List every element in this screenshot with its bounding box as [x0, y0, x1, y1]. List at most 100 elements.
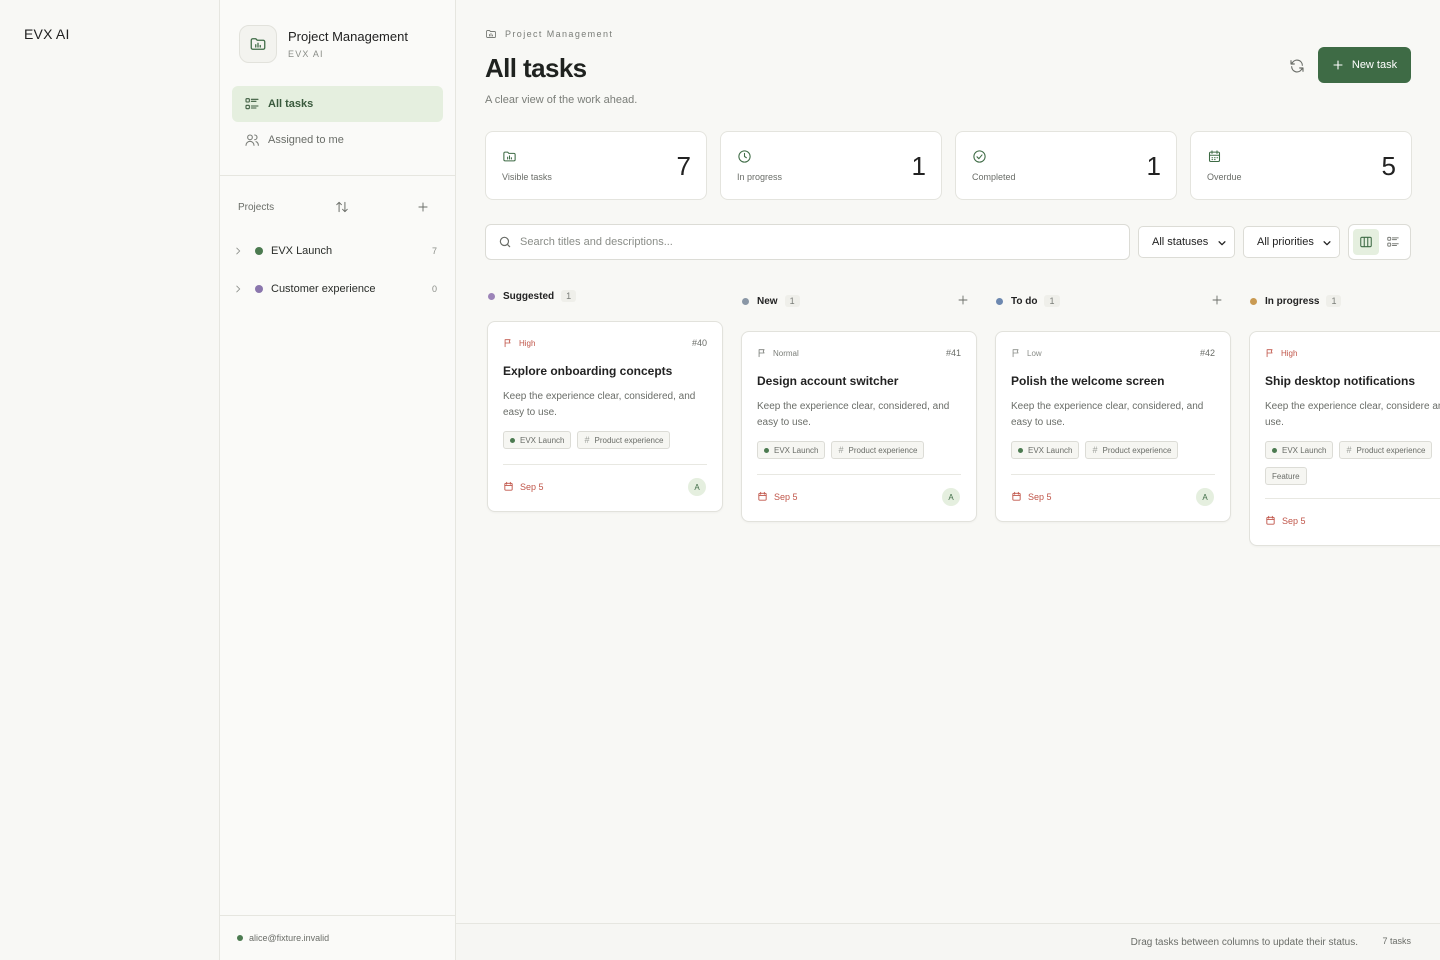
project-item[interactable]: EVX Launch 7	[232, 232, 443, 270]
search-box[interactable]	[485, 224, 1130, 260]
project-item[interactable]: Customer experience 0	[232, 270, 443, 308]
due-date: Sep 5	[503, 481, 544, 492]
label-tag[interactable]: # Product experience	[1085, 441, 1179, 459]
chevron-right-icon[interactable]	[233, 284, 245, 294]
task-description: Keep the experience clear, considere and…	[1265, 401, 1440, 428]
priority-filter-select[interactable]: All priorities	[1243, 226, 1340, 258]
workspace-subtitle: EVX AI	[288, 49, 324, 59]
due-date: Sep 5	[1265, 515, 1306, 526]
page-title: All tasks	[485, 53, 587, 83]
stat-card-overdue: Overdue 5	[1190, 131, 1412, 200]
new-task-button[interactable]: New task	[1318, 47, 1411, 83]
task-number: #40	[691, 338, 707, 348]
breadcrumb-label[interactable]: Project Management	[505, 29, 613, 39]
calendar-icon	[757, 491, 774, 502]
brand-name[interactable]: EVX AI	[24, 26, 70, 42]
list-view-button[interactable]	[1380, 229, 1406, 255]
avatar[interactable]: A	[1196, 488, 1214, 506]
priority-filter-value: All priorities	[1257, 236, 1314, 248]
list-icon	[244, 96, 260, 112]
list-icon	[1386, 235, 1400, 249]
due-date: Sep 5	[1011, 491, 1052, 502]
priority-label: High	[1281, 348, 1298, 358]
task-card[interactable]: High Ship desktop notifications Keep the…	[1249, 331, 1440, 546]
status-dot	[996, 297, 1003, 305]
avatar[interactable]: A	[688, 478, 706, 496]
task-title: Design account switcher	[757, 374, 899, 388]
flag-icon	[1011, 348, 1027, 358]
check-circle-icon	[972, 149, 987, 164]
filter-toolbar: All statuses All priorities	[485, 224, 1411, 260]
sidebar-item-assigned[interactable]: Assigned to me	[232, 122, 443, 158]
chevron-down-icon	[1217, 238, 1227, 248]
project-tag[interactable]: EVX Launch	[503, 431, 572, 449]
stat-label: Overdue	[1207, 172, 1242, 182]
refresh-icon	[1289, 58, 1305, 74]
task-card[interactable]: Normal #41 Design account switcher Keep …	[741, 331, 977, 522]
flag-icon	[1265, 348, 1281, 358]
sidebar-item-all-tasks[interactable]: All tasks	[232, 86, 443, 122]
stat-value: 1	[911, 151, 926, 181]
project-color-dot	[1018, 447, 1023, 453]
workspace-header[interactable]: Project Management EVX AI	[239, 25, 408, 63]
clock-icon	[737, 149, 752, 164]
column-count: 1	[1326, 295, 1342, 307]
status-dot	[742, 297, 749, 305]
due-date-label: Sep 5	[774, 491, 798, 502]
project-tag[interactable]: EVX Launch	[1265, 441, 1334, 459]
divider	[503, 464, 707, 465]
tag-label: Product experience	[848, 445, 918, 455]
project-color-dot	[255, 247, 263, 255]
avatar[interactable]: A	[942, 488, 960, 506]
stat-card-in-progress: In progress 1	[720, 131, 942, 200]
search-input[interactable]	[520, 236, 1080, 248]
page-subtitle: A clear view of the work ahead.	[485, 94, 638, 106]
refresh-button[interactable]	[1284, 53, 1310, 79]
tag-label: Product experience	[1356, 445, 1426, 455]
column-suggested: Suggested 1 High #40 Explore onboarding …	[487, 288, 723, 512]
status-bar: Drag tasks between columns to update the…	[456, 923, 1440, 960]
folder-chart-icon	[239, 25, 277, 63]
divider	[757, 474, 961, 475]
hash-icon: #	[1346, 445, 1352, 455]
calendar-icon	[1207, 149, 1222, 164]
board-view-button[interactable]	[1353, 229, 1379, 255]
status-filter-select[interactable]: All statuses	[1138, 226, 1235, 258]
sidebar-nav: All tasks Assigned to me	[232, 86, 443, 158]
stat-card-visible: Visible tasks 7	[485, 131, 707, 200]
status-filter-value: All statuses	[1152, 236, 1209, 248]
column-title: To do	[1011, 295, 1038, 307]
add-project-icon[interactable]	[416, 200, 430, 214]
label-tag[interactable]: # Product experience	[831, 441, 925, 459]
sort-icon[interactable]	[335, 200, 349, 214]
calendar-icon	[503, 481, 520, 492]
app-rail: EVX AI	[0, 0, 220, 960]
tag-label: Product experience	[1102, 445, 1172, 455]
project-color-dot	[510, 437, 515, 443]
task-title: Ship desktop notifications	[1265, 374, 1416, 388]
task-title: Explore onboarding concepts	[503, 364, 673, 378]
project-tag[interactable]: EVX Launch	[1011, 441, 1080, 459]
task-description: Keep the experience clear, considered, a…	[503, 391, 696, 418]
label-tag[interactable]: # Product experience	[1339, 441, 1433, 459]
task-card[interactable]: High #40 Explore onboarding concepts Kee…	[487, 321, 723, 512]
add-task-icon[interactable]	[1211, 294, 1223, 306]
task-card[interactable]: Low #42 Polish the welcome screen Keep t…	[995, 331, 1231, 522]
priority-label: High	[519, 338, 536, 348]
chevron-right-icon[interactable]	[233, 246, 245, 256]
calendar-icon	[1011, 491, 1028, 502]
stats-row: Visible tasks 7 In progress 1 Completed …	[485, 131, 1412, 200]
task-description: Keep the experience clear, considered, a…	[1011, 401, 1204, 428]
priority-label: Low	[1027, 348, 1042, 358]
column-title: New	[757, 295, 778, 307]
add-task-icon[interactable]	[957, 294, 969, 306]
label-tag[interactable]: # Product experience	[577, 431, 671, 449]
task-description: Keep the experience clear, considered, a…	[757, 401, 950, 428]
project-tag[interactable]: EVX Launch	[757, 441, 826, 459]
label-tag[interactable]: Feature	[1265, 467, 1307, 485]
project-color-dot	[255, 285, 263, 293]
users-icon	[244, 132, 260, 148]
priority-badge: Low	[1011, 348, 1215, 358]
user-account[interactable]: alice@fixture.invalid	[237, 933, 329, 943]
tag-label: EVX Launch	[774, 445, 819, 455]
